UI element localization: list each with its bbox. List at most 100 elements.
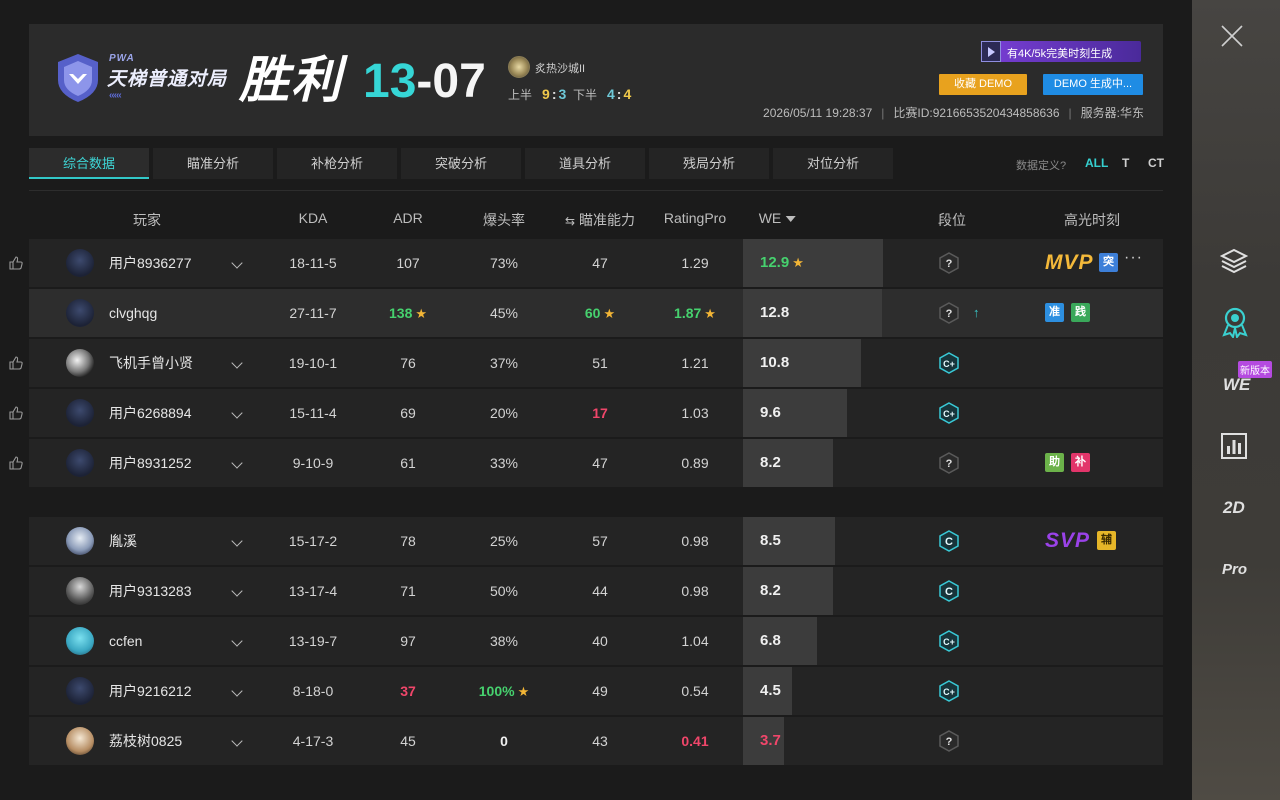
filter-t[interactable]: T (1122, 156, 1129, 170)
avatar[interactable] (66, 299, 94, 327)
play-icon[interactable] (981, 41, 1001, 62)
demo-generating-button[interactable]: DEMO 生成中... (1043, 74, 1143, 95)
col-rating[interactable]: RatingPro (664, 210, 726, 226)
chevron-down-icon[interactable] (231, 685, 243, 697)
avatar[interactable] (66, 527, 94, 555)
first-half-label: 上半 (508, 88, 533, 102)
table-row[interactable]: 胤溪 15-17-2 78 25% 57 0.98 8.5 C SVP 辅 (29, 517, 1163, 565)
hs-value: 45% (489, 305, 519, 321)
hs-value: 0 (500, 733, 508, 749)
rank-badge-icon: C (938, 580, 960, 602)
player-name[interactable]: 飞机手曾小贤 (109, 339, 193, 387)
col-kda[interactable]: KDA (299, 210, 328, 226)
player-name[interactable]: 用户8936277 (109, 239, 192, 287)
rating-cell: 1.29 (681, 239, 708, 287)
table-row[interactable]: 荔枝树0825 4-17-3 45 0 43 0.41 3.7? (29, 717, 1163, 765)
tab-trade[interactable]: 补枪分析 (277, 148, 397, 179)
tab-entry[interactable]: 突破分析 (401, 148, 521, 179)
chevron-down-icon[interactable] (231, 257, 243, 269)
adr-value: 37 (400, 683, 416, 699)
avatar[interactable] (66, 677, 94, 705)
player-name[interactable]: 荔枝树0825 (109, 717, 182, 765)
chevron-down-icon[interactable] (231, 735, 243, 747)
adr-value: 78 (400, 533, 416, 549)
rating-value: 0.89 (681, 455, 709, 471)
chevron-down-icon[interactable] (231, 535, 243, 547)
player-name[interactable]: 用户6268894 (109, 389, 192, 437)
thumbs-up-icon[interactable] (9, 256, 23, 270)
tab-duel[interactable]: 对位分析 (773, 148, 893, 179)
chevron-down-icon[interactable] (231, 407, 243, 419)
adr-cell: 76 (400, 339, 416, 387)
rating-value: 0.98 (681, 533, 709, 549)
more-icon[interactable]: ··· (1124, 249, 1143, 267)
col-we[interactable]: WE (759, 210, 796, 226)
avatar[interactable] (66, 627, 94, 655)
pro-button[interactable]: Pro (1222, 561, 1247, 578)
col-rank: 段位 (938, 212, 966, 228)
avatar[interactable] (66, 449, 94, 477)
avatar[interactable] (66, 399, 94, 427)
table-row[interactable]: 用户8936277 18-11-5 107 73% 47 1.29 12.9 ★? MVP 突 ··… (29, 239, 1163, 287)
medal-icon[interactable] (1220, 306, 1250, 338)
svg-text:C: C (945, 536, 953, 548)
chevron-down-icon[interactable] (231, 357, 243, 369)
adr-cell: 61 (400, 439, 416, 487)
col-aim[interactable]: ⇆ 瞄准能力 (565, 210, 635, 230)
second-half-label: 下半 (572, 88, 597, 102)
table-row[interactable]: 用户8931252 9-10-9 61 33% 47 0.89 8.2? 助补 (29, 439, 1163, 487)
player-name[interactable]: 胤溪 (109, 517, 137, 565)
table-row[interactable]: 用户9216212 8-18-0 37 100% ★ 49 0.54 4.5 C+ (29, 667, 1163, 715)
we-value: 9.6 (760, 404, 781, 421)
bar-chart-icon[interactable] (1220, 432, 1248, 460)
avatar[interactable] (66, 349, 94, 377)
close-icon[interactable] (1220, 24, 1244, 48)
hs-cell: 45% (490, 289, 518, 337)
thumbs-up-icon[interactable] (9, 406, 23, 420)
highlight-promo-banner[interactable]: 有4K/5k完美时刻生成 (981, 41, 1141, 62)
thumbs-up-icon[interactable] (9, 356, 23, 370)
save-demo-button[interactable]: 收藏 DEMO (939, 74, 1027, 95)
tab-aim[interactable]: 瞄准分析 (153, 148, 273, 179)
data-definition-link[interactable]: 数据定义? (1016, 157, 1066, 173)
rating-value: 1.03 (681, 405, 709, 421)
table-row[interactable]: clvghqg 27-11-7 138 ★ 45% 60 ★ 1.87 ★ 12.8? ↑ 准践 (29, 289, 1163, 337)
adr-value: 71 (400, 583, 416, 599)
avatar[interactable] (66, 727, 94, 755)
table-row[interactable]: 用户6268894 15-11-4 69 20% 17 1.03 9.6 C+ (29, 389, 1163, 437)
player-name[interactable]: 用户9313283 (109, 567, 192, 615)
tab-clutch[interactable]: 残局分析 (649, 148, 769, 179)
table-row[interactable]: ccfen 13-19-7 97 38% 40 1.04 6.8 C+ (29, 617, 1163, 665)
avatar[interactable] (66, 577, 94, 605)
hs-cell: 50% (490, 567, 518, 615)
tab-overview[interactable]: 综合数据 (29, 148, 149, 179)
col-hs[interactable]: 爆头率 (483, 210, 525, 230)
hs-value: 73% (489, 255, 519, 271)
tab-utility[interactable]: 道具分析 (525, 148, 645, 179)
table-row[interactable]: 用户9313283 13-17-4 71 50% 44 0.98 8.2 C (29, 567, 1163, 615)
player-name[interactable]: clvghqg (109, 289, 157, 337)
2d-replay-button[interactable]: 2D (1223, 498, 1245, 518)
col-adr[interactable]: ADR (393, 210, 423, 226)
adr-cell: 45 (400, 717, 416, 765)
table-row[interactable]: 飞机手曾小贤 19-10-1 76 37% 51 1.21 10.8 C+ (29, 339, 1163, 387)
we-cell: 4.5 (760, 667, 781, 715)
player-name[interactable]: 用户8931252 (109, 439, 192, 487)
we-panel-button[interactable]: WE (1223, 375, 1250, 395)
chevron-down-icon[interactable] (231, 457, 243, 469)
avatar[interactable] (66, 249, 94, 277)
chevron-down-icon[interactable] (231, 635, 243, 647)
chevron-down-icon[interactable] (231, 585, 243, 597)
we-value: 8.2 (760, 582, 781, 599)
player-name[interactable]: 用户9216212 (109, 667, 192, 715)
aim-cell: 43 (592, 717, 608, 765)
rating-value: 1.04 (681, 633, 709, 649)
filter-all[interactable]: ALL (1085, 156, 1108, 170)
player-name[interactable]: ccfen (109, 617, 142, 665)
thumbs-up-icon[interactable] (9, 456, 23, 470)
layers-icon[interactable] (1220, 248, 1248, 274)
filter-ct[interactable]: CT (1148, 156, 1164, 170)
aim-value: 43 (592, 733, 608, 749)
rank-badge-icon: C+ (938, 352, 960, 374)
aim-cell: 49 (592, 667, 608, 715)
